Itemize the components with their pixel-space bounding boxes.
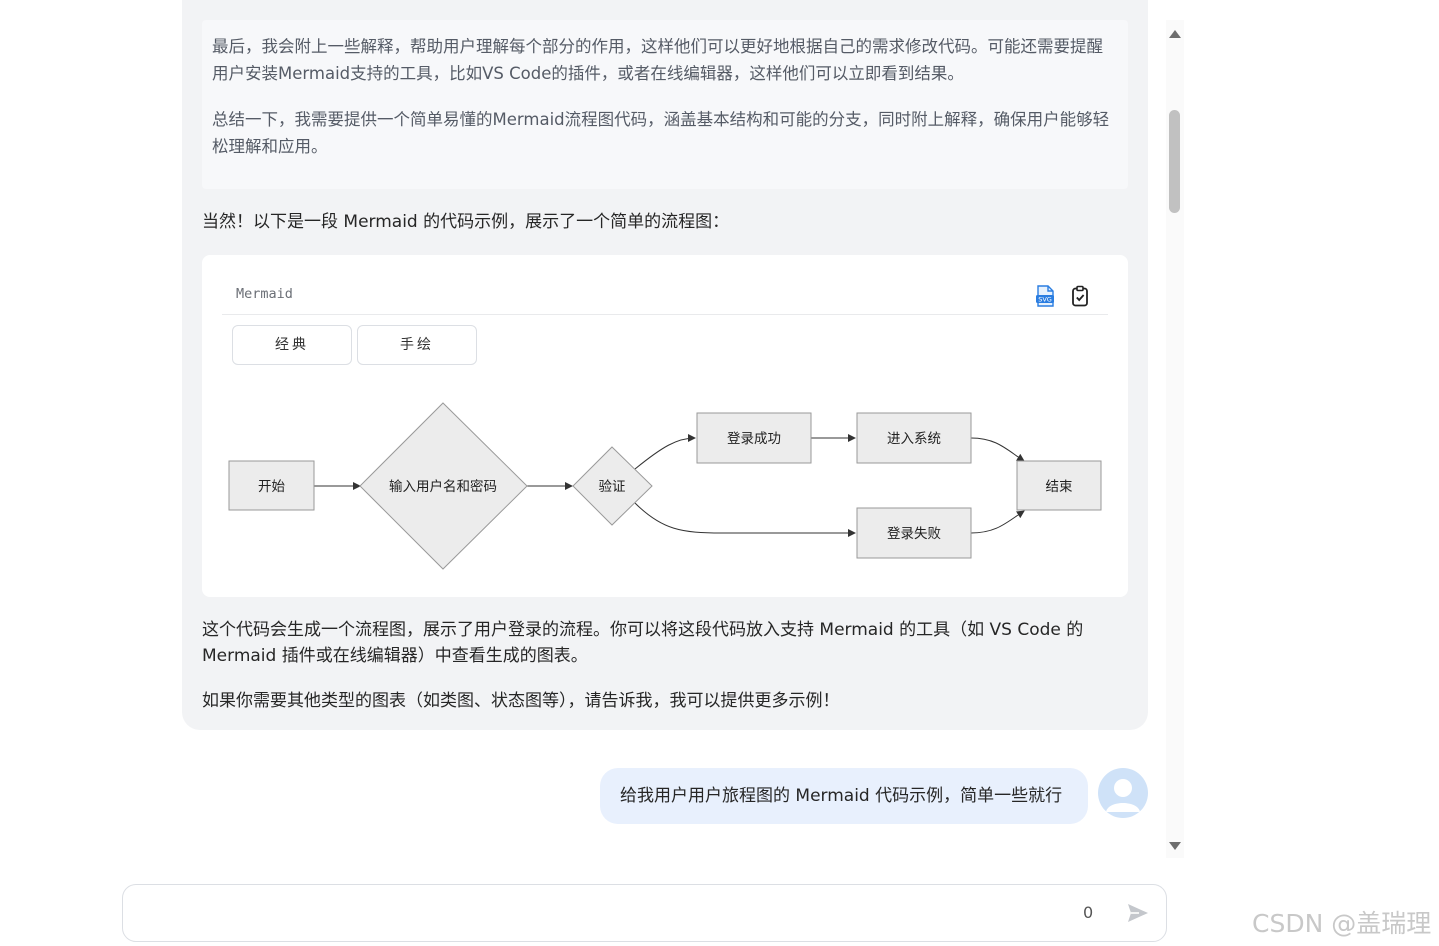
node-enter-label: 进入系统 xyxy=(887,431,941,447)
node-fail-label: 登录失败 xyxy=(887,526,941,542)
edge-verify-success xyxy=(634,434,696,470)
svg-download-icon[interactable]: SVG xyxy=(1034,285,1056,307)
node-verify: 验证 xyxy=(572,446,653,526)
answer-intro: 当然！以下是一段 Mermaid 的代码示例，展示了一个简单的流程图： xyxy=(202,212,730,232)
node-success: 登录成功 xyxy=(696,412,812,464)
reasoning-paragraph: 总结一下，我需要提供一个简单易懂的Mermaid流程图代码，涵盖基本结构和可能的… xyxy=(212,110,1110,156)
node-input-label: 输入用户名和密码 xyxy=(389,478,497,495)
message-input[interactable]: 0 xyxy=(122,884,1167,942)
node-fail: 登录失败 xyxy=(856,507,972,559)
node-success-label: 登录成功 xyxy=(727,431,781,447)
code-header: Mermaid SVG xyxy=(222,273,1108,315)
edge-verify-fail xyxy=(634,502,856,537)
user-avatar xyxy=(1098,768,1148,818)
tab-handdrawn[interactable]: 手绘 xyxy=(357,325,477,365)
user-message: 给我用户用户旅程图的 Mermaid 代码示例，简单一些就行 xyxy=(600,768,1088,824)
mermaid-code-card: Mermaid SVG 经典 手绘 开始 输入用户名和密码 验证 登录成功 进入… xyxy=(202,255,1128,597)
csdn-watermark: CSDN @盖瑞理 xyxy=(1252,909,1432,938)
answer-paragraph: 如果你需要其他类型的图表（如类图、状态图等），请告诉我，我可以提供更多示例！ xyxy=(202,691,840,711)
user-avatar-icon xyxy=(1106,779,1140,812)
node-start: 开始 xyxy=(228,460,315,511)
scrollbar-thumb[interactable] xyxy=(1169,110,1180,213)
node-input: 输入用户名和密码 xyxy=(359,402,528,570)
send-icon[interactable] xyxy=(1126,901,1150,925)
edge-enter-end xyxy=(970,437,1025,462)
answer-outro: 这个代码会生成一个流程图，展示了用户登录的流程。你可以将这段代码放入支持 Mer… xyxy=(202,617,1132,733)
node-verify-label: 验证 xyxy=(599,479,626,495)
char-counter: 0 xyxy=(1083,903,1094,922)
tab-classic[interactable]: 经典 xyxy=(232,325,352,365)
node-end: 结束 xyxy=(1016,460,1102,511)
node-end-label: 结束 xyxy=(1046,479,1074,495)
svg-text:SVG: SVG xyxy=(1038,296,1052,304)
mermaid-flowchart: 开始 输入用户名和密码 验证 登录成功 进入系统 登录失败 结束 xyxy=(228,402,1102,570)
answer-paragraph: 这个代码会生成一个流程图，展示了用户登录的流程。你可以将这段代码放入支持 Mer… xyxy=(202,620,1084,666)
edge-fail-end xyxy=(970,510,1025,534)
reasoning-panel: 最后，我会附上一些解释，帮助用户理解每个部分的作用，这样他们可以更好地根据自己的… xyxy=(202,20,1128,189)
node-enter: 进入系统 xyxy=(856,412,972,464)
clipboard-check-icon[interactable] xyxy=(1070,285,1090,307)
reasoning-paragraph: 最后，我会附上一些解释，帮助用户理解每个部分的作用，这样他们可以更好地根据自己的… xyxy=(212,37,1103,83)
code-language-label: Mermaid xyxy=(236,286,293,302)
scroll-down-icon[interactable] xyxy=(1169,842,1181,850)
scroll-up-icon[interactable] xyxy=(1169,30,1181,38)
node-start-label: 开始 xyxy=(258,479,285,495)
